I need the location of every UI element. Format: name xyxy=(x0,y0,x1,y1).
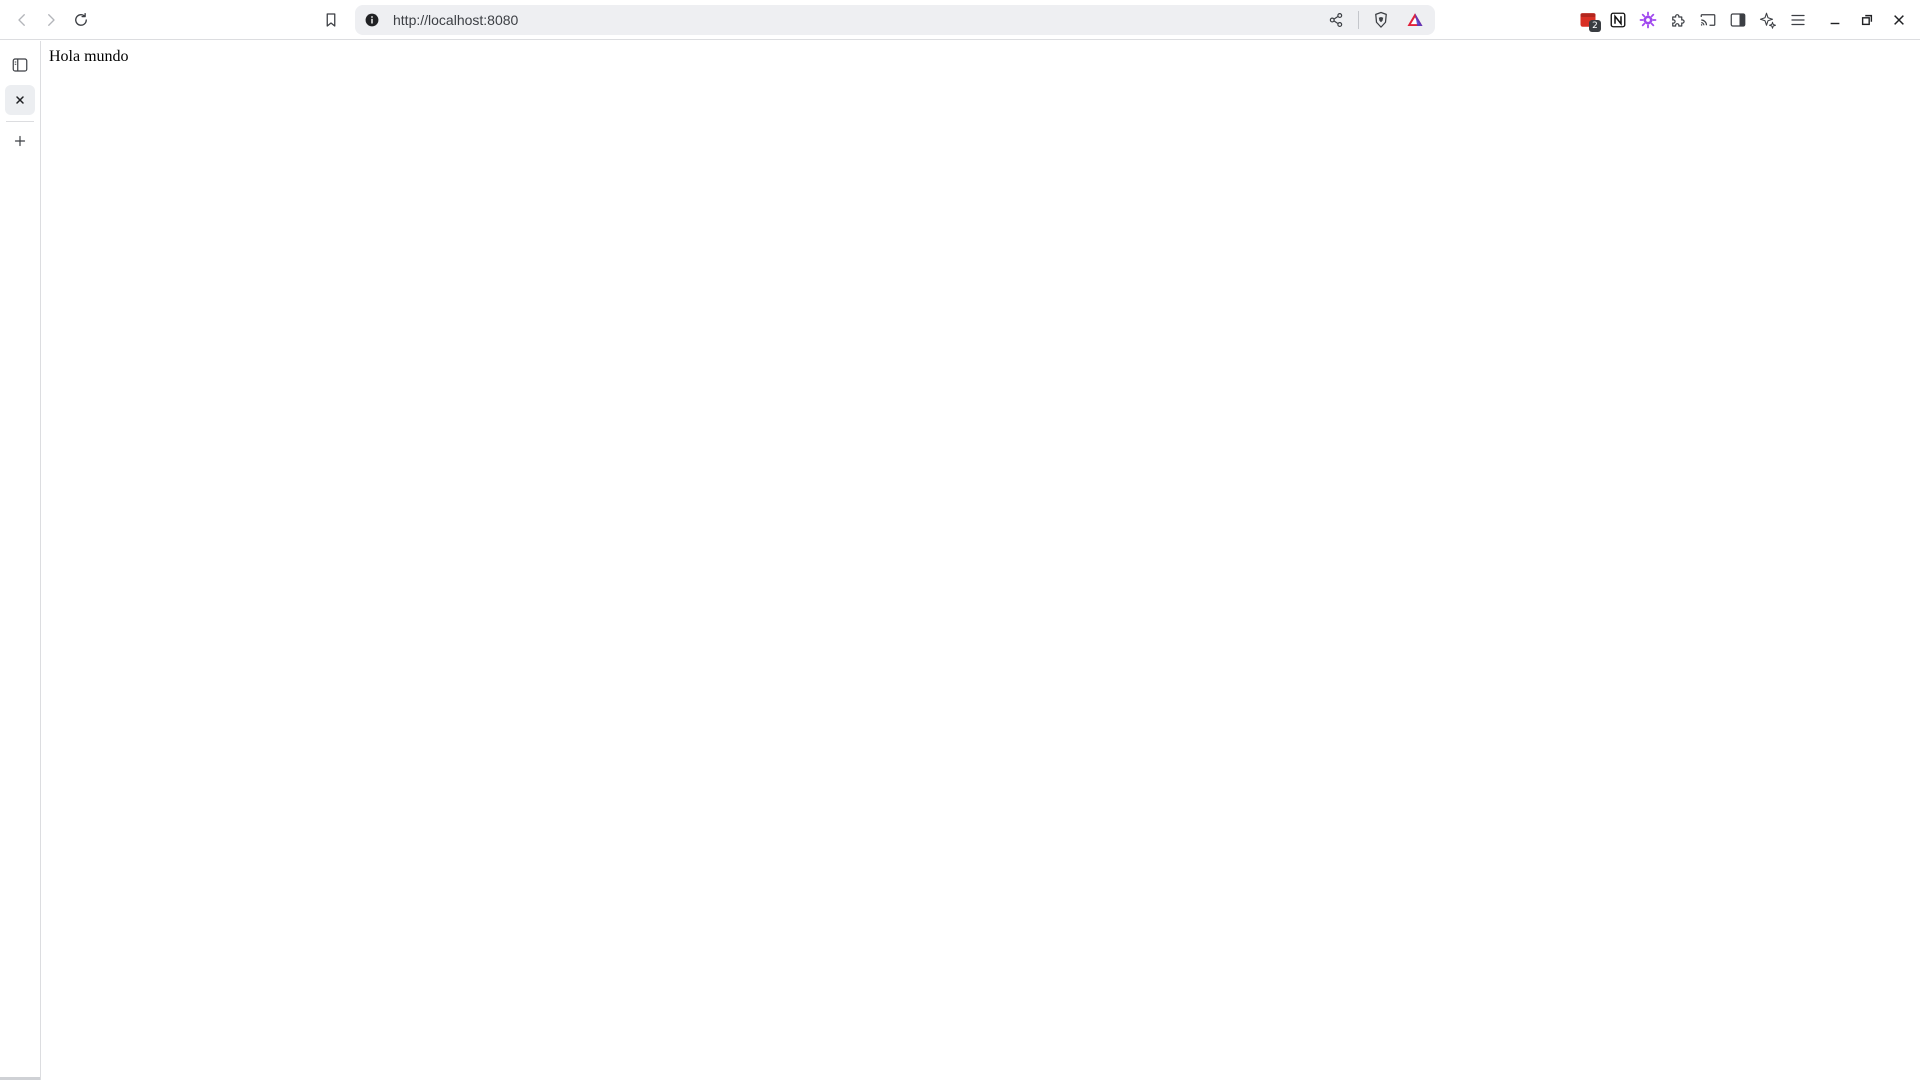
extensions-menu-button[interactable] xyxy=(1664,6,1692,34)
divider xyxy=(1358,11,1359,29)
chevron-left-icon xyxy=(18,14,25,26)
vertical-tab-strip xyxy=(0,41,41,1080)
restore-button[interactable] xyxy=(1854,6,1880,34)
browser-window: http://localhost:8080 2 Hola mundo xyxy=(0,0,1920,1080)
extension-badge: 2 xyxy=(1589,20,1601,32)
brave-rewards-button[interactable] xyxy=(1403,8,1427,32)
close-window-button[interactable] xyxy=(1886,6,1912,34)
address-bar[interactable]: http://localhost:8080 xyxy=(355,5,1435,35)
page-body-text: Hola mundo xyxy=(49,48,129,65)
sidebar-toggle-button[interactable] xyxy=(5,50,35,80)
minimize-button[interactable] xyxy=(1822,6,1848,34)
url-text[interactable]: http://localhost:8080 xyxy=(393,5,518,35)
cast-button[interactable] xyxy=(1694,6,1722,34)
leo-ai-button[interactable] xyxy=(1754,6,1782,34)
browser-toolbar: http://localhost:8080 2 xyxy=(0,0,1920,40)
new-tab-button[interactable] xyxy=(5,126,35,156)
reload-icon xyxy=(75,12,87,26)
share-button[interactable] xyxy=(1324,8,1348,32)
extension-button-purple[interactable] xyxy=(1634,6,1662,34)
back-button[interactable] xyxy=(8,6,36,34)
tab-active[interactable] xyxy=(5,85,35,115)
brave-shield-icon xyxy=(1375,11,1387,28)
puzzle-icon xyxy=(1672,14,1685,27)
sidebar-icon xyxy=(12,58,28,72)
app-menu-button[interactable] xyxy=(1784,6,1812,34)
window-controls xyxy=(1822,6,1912,34)
address-bar-actions xyxy=(1324,8,1427,32)
hamburger-menu-icon xyxy=(1791,14,1805,26)
plus-icon xyxy=(14,135,26,147)
close-icon xyxy=(1894,15,1904,25)
extensions-area: 2 xyxy=(1574,6,1812,34)
restore-icon xyxy=(1861,14,1873,26)
page-viewport: Hola mundo xyxy=(41,41,1920,1080)
minimize-icon xyxy=(1830,22,1840,25)
sidepanel-icon xyxy=(1730,13,1746,27)
cast-icon xyxy=(1700,14,1716,26)
bookmark-button[interactable] xyxy=(317,6,345,34)
sidepanel-button[interactable] xyxy=(1724,6,1752,34)
brave-rewards-triangle-icon xyxy=(1407,13,1423,26)
tab-separator xyxy=(6,121,34,122)
extension-button-1[interactable]: 2 xyxy=(1574,6,1602,34)
chevron-right-icon xyxy=(48,14,55,26)
reload-button[interactable] xyxy=(67,6,95,34)
extension-button-notion[interactable] xyxy=(1604,6,1632,34)
share-icon xyxy=(1329,13,1343,27)
forward-button[interactable] xyxy=(37,6,65,34)
site-info-icon[interactable] xyxy=(363,11,381,29)
sparkle-icon xyxy=(1759,12,1776,29)
bookmark-icon xyxy=(326,13,336,27)
brave-shields-button[interactable] xyxy=(1369,8,1393,32)
close-tab-icon[interactable] xyxy=(11,91,29,109)
notion-icon xyxy=(1610,12,1626,28)
extension-purple-icon xyxy=(1639,11,1657,29)
